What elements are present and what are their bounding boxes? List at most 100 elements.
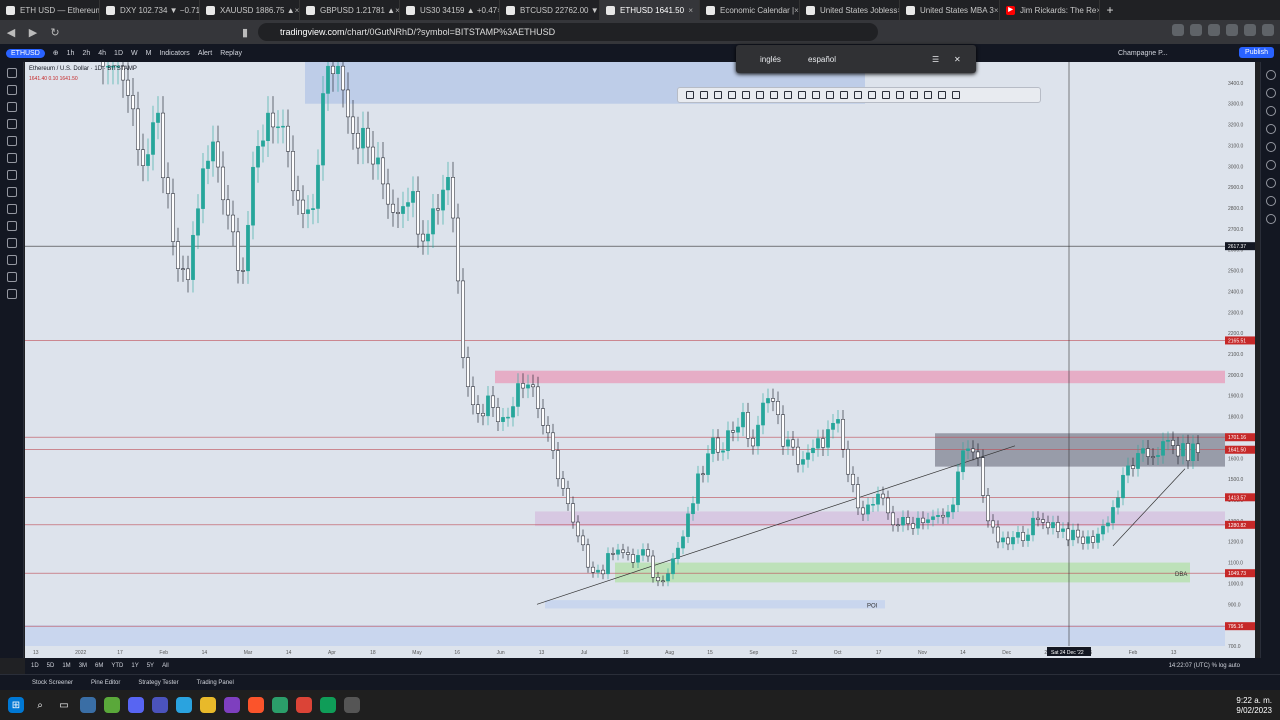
menu-icon[interactable]: ☰	[932, 55, 939, 64]
browser-tab[interactable]: United States MBA 3 ×	[900, 0, 1000, 20]
browser-tab[interactable]: Economic Calendar | ×	[700, 0, 800, 20]
browser-tab[interactable]: ETHUSD 1641.50 ×	[600, 0, 700, 20]
bars-tool-icon[interactable]	[868, 91, 876, 99]
close-tab-icon[interactable]: ×	[688, 6, 693, 15]
watchlist-icon[interactable]	[1266, 70, 1276, 80]
brush-tool-icon[interactable]	[7, 119, 17, 129]
image-tool-icon[interactable]	[952, 91, 960, 99]
calendar-icon[interactable]	[1266, 142, 1276, 152]
data-window-icon[interactable]	[1266, 106, 1276, 116]
range-1m[interactable]: 1M	[62, 663, 70, 669]
back-icon[interactable]: ◀	[0, 26, 22, 39]
extension-icon[interactable]	[1226, 24, 1238, 36]
extension-icon[interactable]	[1172, 24, 1184, 36]
browser-tab[interactable]: ETH USD — Ethereum×	[0, 0, 100, 20]
interval-1d[interactable]: 1D	[114, 50, 123, 57]
browser-tab[interactable]: United States Jobless×	[800, 0, 900, 20]
tab-strategy-tester[interactable]: Strategy Tester	[138, 680, 178, 686]
range-ytd[interactable]: YTD	[111, 663, 123, 669]
close-icon[interactable]: ✕	[954, 55, 961, 64]
tab-stock-screener[interactable]: Stock Screener	[32, 680, 73, 686]
fib-tool-icon[interactable]	[798, 91, 806, 99]
pattern-tool-icon[interactable]	[840, 91, 848, 99]
curve-tool-icon[interactable]	[756, 91, 764, 99]
log-toggle[interactable]: log	[1219, 663, 1227, 669]
search-icon[interactable]: ⌕	[32, 697, 48, 713]
range-all[interactable]: All	[162, 663, 169, 669]
interval-w[interactable]: W	[131, 50, 138, 57]
pen-tool-icon[interactable]	[924, 91, 932, 99]
discord-icon[interactable]	[128, 697, 144, 713]
zoom-tool-icon[interactable]	[7, 221, 17, 231]
bookmark-icon[interactable]: ▮	[234, 26, 256, 39]
interval-1h[interactable]: 1h	[67, 50, 75, 57]
range-6m[interactable]: 6M	[95, 663, 103, 669]
range-3m[interactable]: 3M	[79, 663, 87, 669]
task-view-icon[interactable]: ▭	[56, 697, 72, 713]
range-5d[interactable]: 5D	[47, 663, 55, 669]
app-icon[interactable]	[344, 697, 360, 713]
app-icon[interactable]	[104, 697, 120, 713]
forecast-tool-icon[interactable]	[896, 91, 904, 99]
range-1y[interactable]: 1Y	[131, 663, 138, 669]
eye-tool-icon[interactable]	[7, 272, 17, 282]
close-tab-icon[interactable]: ×	[794, 6, 799, 15]
replay-button[interactable]: Replay	[220, 50, 242, 57]
channel-tool-icon[interactable]	[714, 91, 722, 99]
browser-tab[interactable]: XAUUSD 1886.75 ▲ ×	[200, 0, 300, 20]
browser-tab[interactable]: US30 34159 ▲ +0.47×	[400, 0, 500, 20]
trendline-tool-icon[interactable]	[7, 85, 17, 95]
layout-name[interactable]: Champagne P...	[1118, 50, 1168, 57]
chrome-icon[interactable]	[296, 697, 312, 713]
rectangle-tool-icon[interactable]	[770, 91, 778, 99]
auto-toggle[interactable]: auto	[1228, 663, 1240, 669]
ideas-icon[interactable]	[1266, 160, 1276, 170]
hline-tool-icon[interactable]	[728, 91, 736, 99]
close-tab-icon[interactable]: ×	[295, 6, 299, 15]
folder-icon[interactable]	[200, 697, 216, 713]
url-field[interactable]: tradingview.com/chart/0GutNRhD/?symbol=B…	[258, 23, 878, 41]
profile-icon[interactable]	[1262, 24, 1274, 36]
interval-2h[interactable]: 2h	[82, 50, 90, 57]
magnet-tool-icon[interactable]	[7, 238, 17, 248]
arrow-tool-icon[interactable]	[700, 91, 708, 99]
pattern-tool-icon[interactable]	[7, 153, 17, 163]
app-icon[interactable]	[224, 697, 240, 713]
alert-button[interactable]: Alert	[198, 50, 212, 57]
fib-tool-icon[interactable]	[7, 102, 17, 112]
translate-target-lang[interactable]: español	[808, 55, 836, 64]
symbol-search-button[interactable]: ETHUSD	[6, 48, 45, 58]
close-tab-icon[interactable]: ×	[994, 6, 999, 15]
app-icon[interactable]	[272, 697, 288, 713]
hotlist-icon[interactable]	[1266, 124, 1276, 134]
chat-icon[interactable]	[1266, 178, 1276, 188]
ruler-tool-icon[interactable]	[7, 204, 17, 214]
position-tool-icon[interactable]	[910, 91, 918, 99]
measure-tool-icon[interactable]	[826, 91, 834, 99]
translate-source-lang[interactable]: inglés	[760, 55, 781, 64]
indicators-button[interactable]: Indicators	[159, 50, 189, 57]
chart-canvas[interactable]: POI DBA 3400.0 3300.0 3200.0 3100.0 3000.0 2900…	[25, 62, 1255, 658]
forward-icon[interactable]: ▶	[22, 26, 44, 39]
add-symbol-icon[interactable]: ⊕	[53, 49, 59, 57]
trash-tool-icon[interactable]	[7, 289, 17, 299]
new-tab-button[interactable]: +	[1100, 3, 1120, 17]
browser-tab[interactable]: ▶Jim Rickards: The Re×	[1000, 0, 1100, 20]
wave-tool-icon[interactable]	[882, 91, 890, 99]
chrome-icon[interactable]	[320, 697, 336, 713]
telegram-icon[interactable]	[176, 697, 192, 713]
extension-icon[interactable]	[1244, 24, 1256, 36]
tab-trading-panel[interactable]: Trading Panel	[197, 680, 234, 686]
teams-icon[interactable]	[152, 697, 168, 713]
app-icon[interactable]	[80, 697, 96, 713]
system-clock[interactable]: 9:22 a. m. 9/02/2023	[1236, 696, 1272, 716]
brave-icon[interactable]	[248, 697, 264, 713]
windows-start-icon[interactable]: ⊞	[8, 697, 24, 713]
notifications-icon[interactable]	[1266, 196, 1276, 206]
grid-tool-icon[interactable]	[854, 91, 862, 99]
help-icon[interactable]	[1266, 214, 1276, 224]
line-tool-icon[interactable]	[686, 91, 694, 99]
browser-tab[interactable]: DXY 102.734 ▼ −0.71×	[100, 0, 200, 20]
brush-tool-icon[interactable]	[784, 91, 792, 99]
range-5y[interactable]: 5Y	[147, 663, 154, 669]
